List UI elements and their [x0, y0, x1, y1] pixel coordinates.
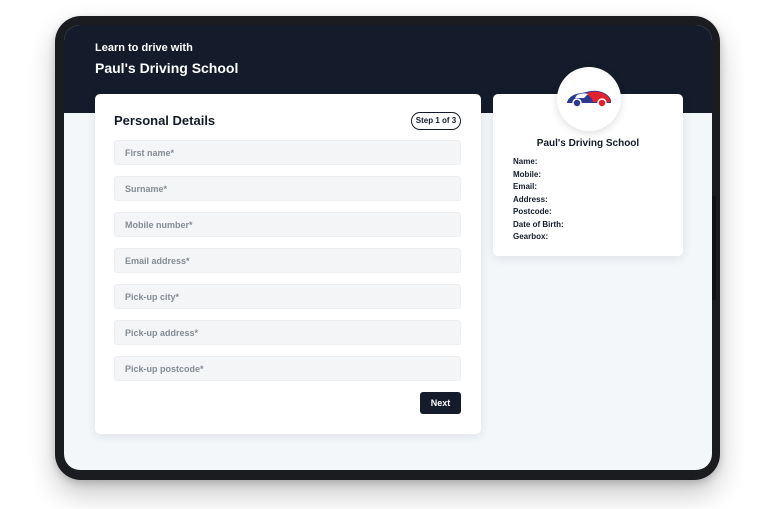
pickup-address-input[interactable] — [114, 320, 461, 345]
step-badge: Step 1 of 3 — [411, 112, 461, 130]
hero-title: Paul's Driving School — [95, 60, 239, 76]
summary-dob-label: Date of Birth: — [513, 219, 564, 229]
summary-details-list: Name: Mobile: Email: Address: Postcode: … — [513, 156, 564, 244]
first-name-input[interactable] — [114, 140, 461, 165]
form-title: Personal Details — [114, 113, 216, 128]
next-button[interactable]: Next — [420, 392, 461, 414]
summary-address-label: Address: — [513, 194, 548, 204]
pickup-postcode-input[interactable] — [114, 356, 461, 381]
surname-input[interactable] — [114, 176, 461, 201]
summary-gearbox-label: Gearbox: — [513, 232, 549, 241]
pickup-city-input[interactable] — [114, 284, 461, 309]
summary-school-name: Paul's Driving School — [536, 138, 640, 149]
mobile-number-input[interactable] — [114, 212, 461, 237]
summary-name-label: Name: — [513, 157, 538, 166]
summary-mobile-label: Mobile: — [513, 169, 541, 179]
personal-details-card: Personal Details Step 1 of 3 Next — [95, 94, 481, 434]
summary-email-label: Email: — [513, 182, 538, 191]
email-address-input[interactable] — [114, 248, 461, 273]
logo-badge — [557, 67, 621, 131]
hero-subtitle: Learn to drive with — [95, 42, 193, 54]
car-logo-icon — [567, 90, 611, 108]
app-screen: Learn to drive with Paul's Driving Schoo… — [64, 25, 712, 470]
summary-postcode-label: Postcode: — [513, 207, 552, 216]
